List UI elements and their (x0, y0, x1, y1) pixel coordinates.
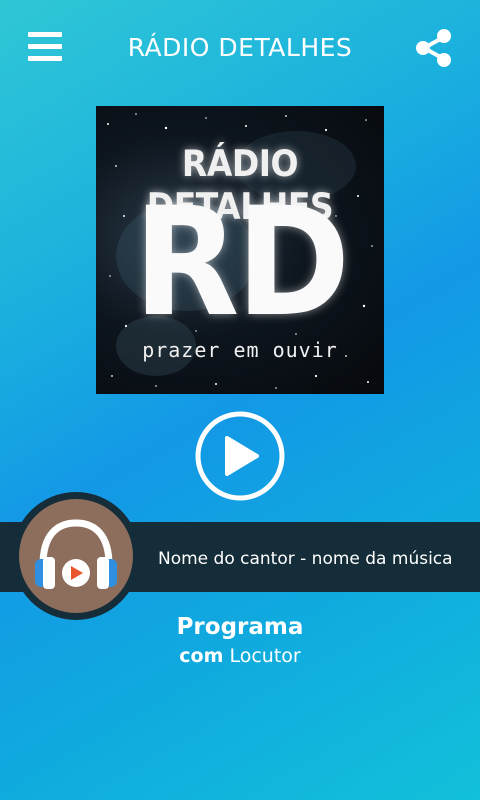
cover-slogan: prazer em ouvir (142, 338, 338, 362)
host-line: com Locutor (0, 645, 480, 667)
program-title: Programa (176, 614, 304, 640)
cover-monogram: RD (133, 176, 350, 350)
station-cover-art: RÁDIO DETALHES RD prazer em ouvir (96, 106, 384, 394)
headphones-play-icon (35, 519, 117, 589)
host-prefix: com (179, 645, 224, 667)
app-title: RÁDIO DETALHES (127, 33, 353, 62)
app-bar: RÁDIO DETALHES (0, 0, 480, 98)
host-name: Locutor (229, 645, 301, 667)
now-playing-text: Nome do cantor - nome da música (158, 549, 453, 569)
play-icon[interactable] (194, 410, 286, 502)
avatar (19, 499, 133, 613)
share-icon[interactable] (415, 28, 453, 68)
